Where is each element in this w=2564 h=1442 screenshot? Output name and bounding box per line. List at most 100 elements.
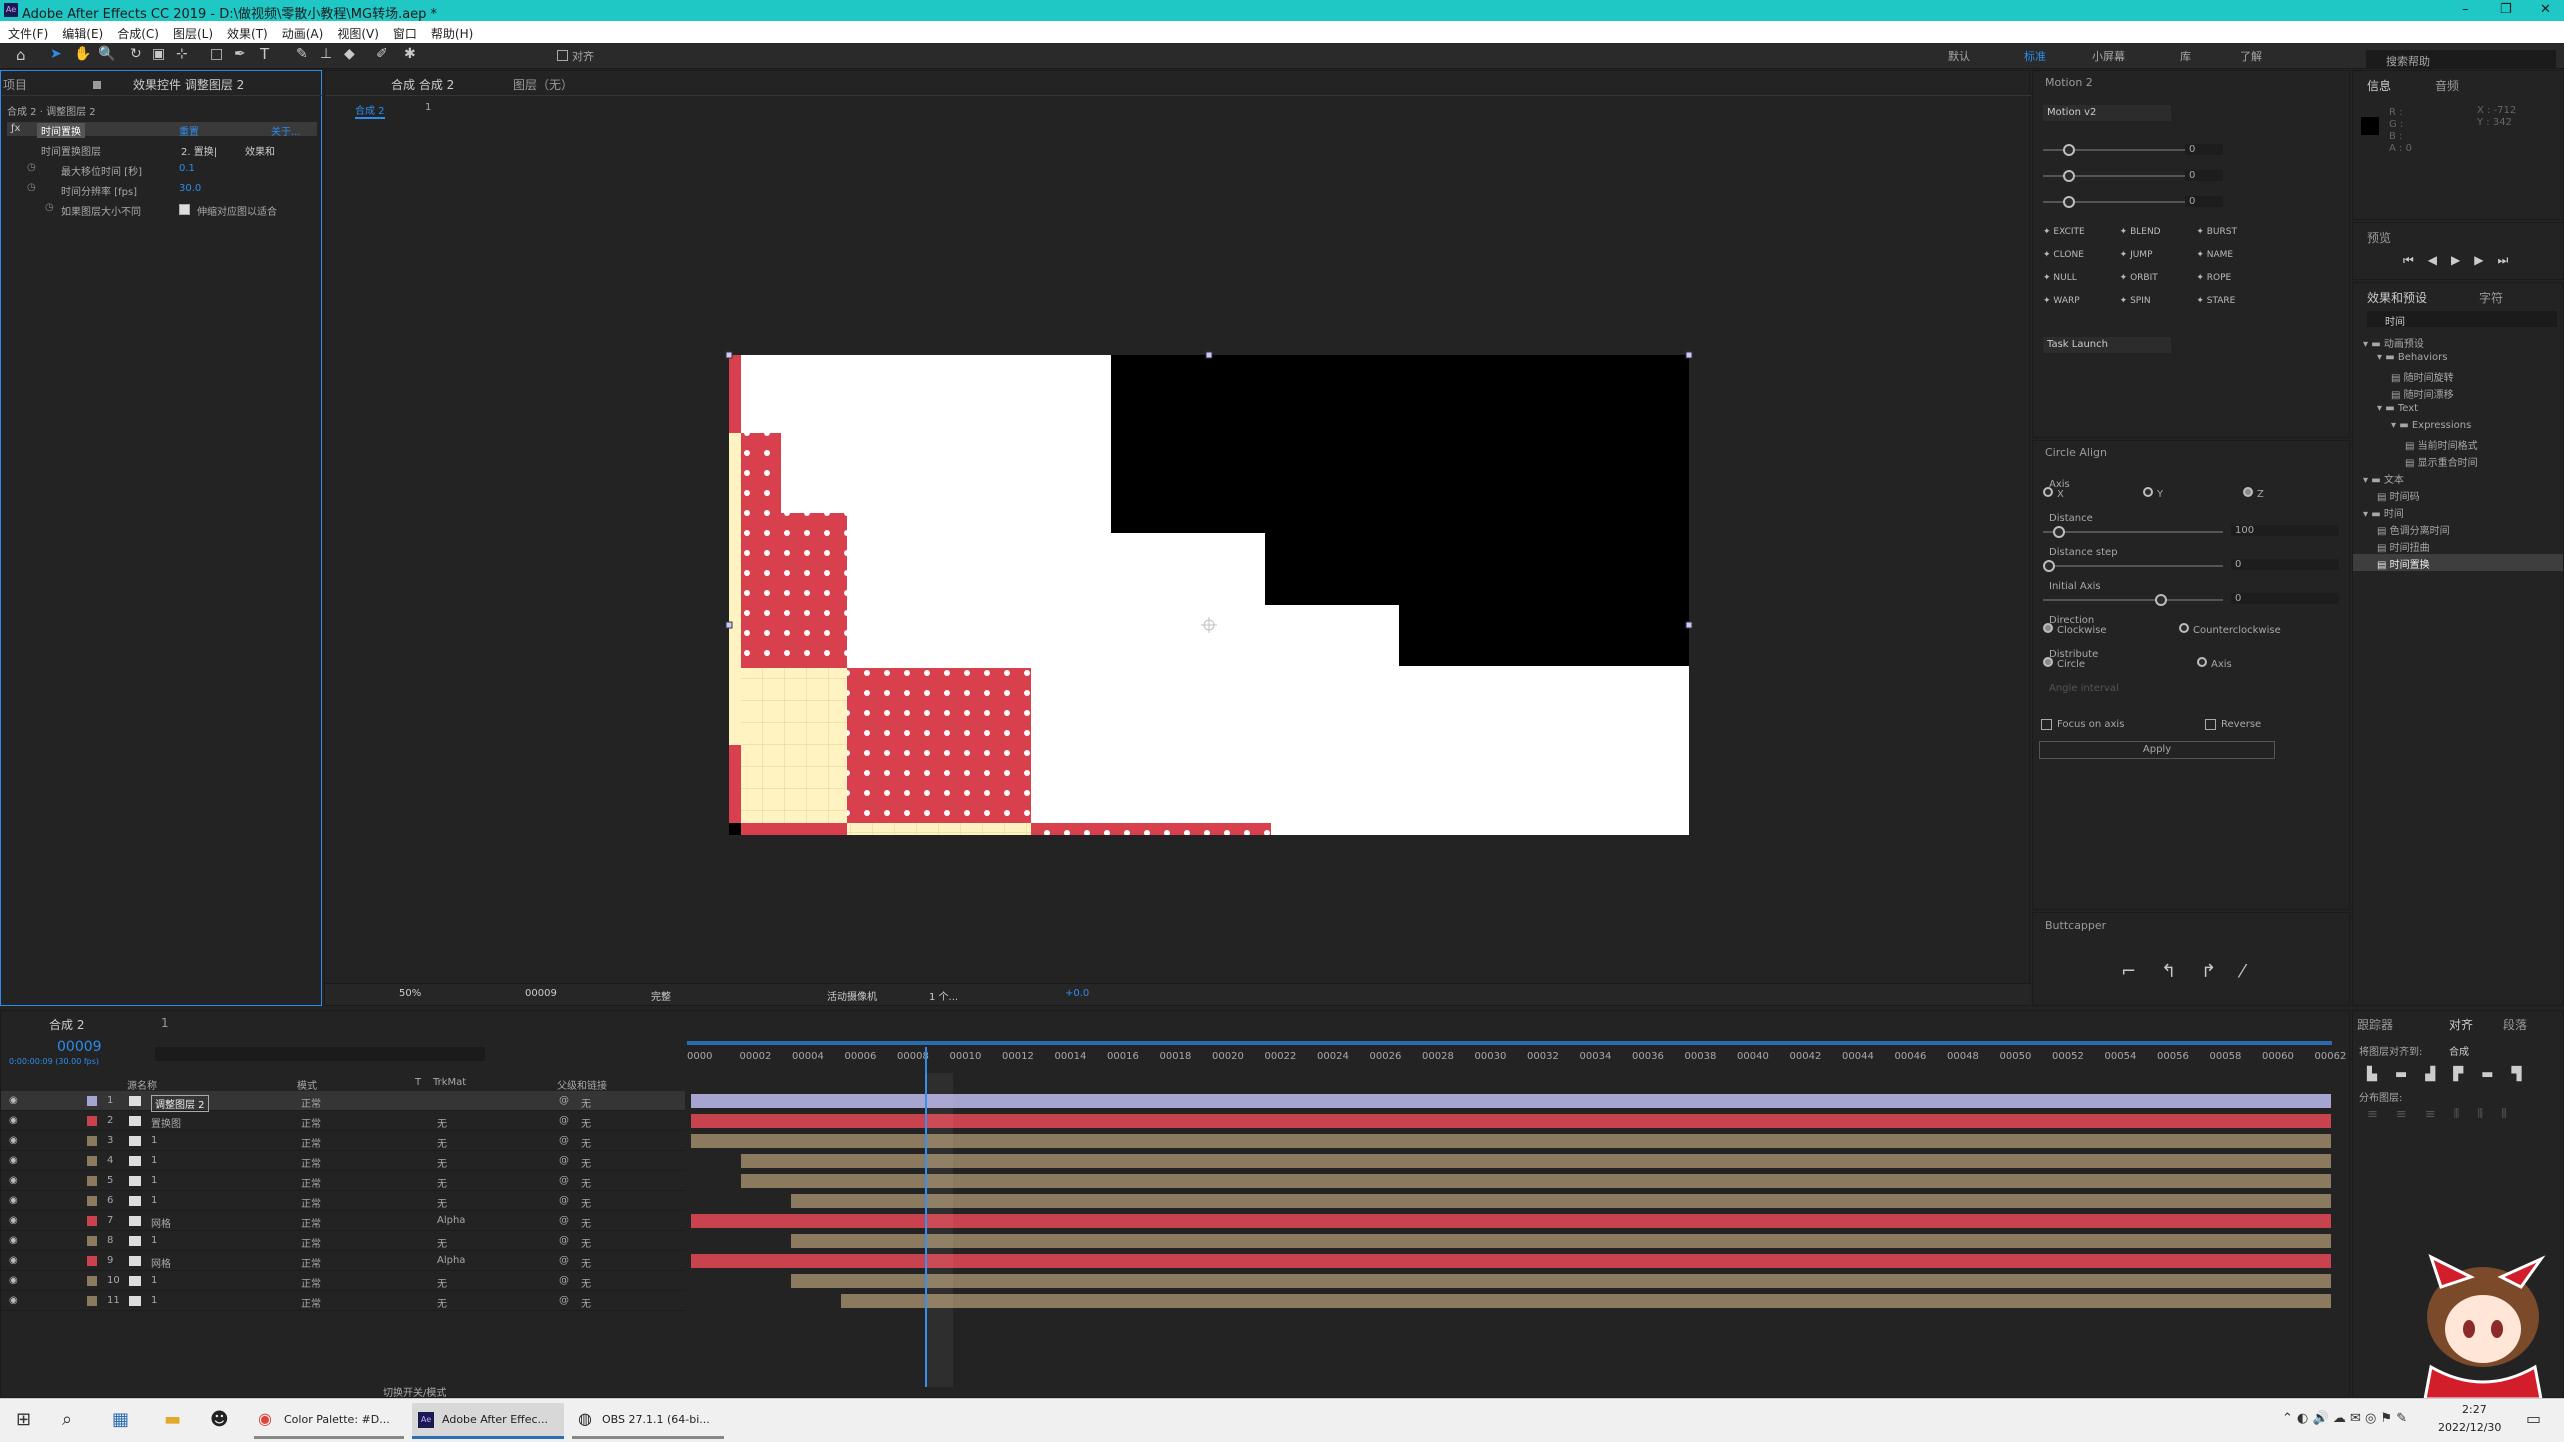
blend-mode-dropdown[interactable]: 正常 <box>301 1175 321 1190</box>
displacement-layer-dropdown[interactable]: 2. 置换| <box>181 143 217 158</box>
motion-version-dropdown[interactable]: Motion v2 <box>2043 105 2171 121</box>
preset-item[interactable]: ▤ 时间码 <box>2353 486 2563 503</box>
effect-name[interactable]: 时间置换 <box>37 123 85 138</box>
layer-duration-bar[interactable] <box>791 1234 2331 1248</box>
cap-square-icon[interactable]: ↱ <box>2201 961 2216 982</box>
parent-dropdown[interactable]: 无 <box>581 1195 591 1210</box>
distance-input[interactable]: 100 <box>2231 525 2339 536</box>
hand-tool-icon[interactable]: ✋ <box>74 46 91 62</box>
trkmat-dropdown[interactable]: 无 <box>437 1295 447 1310</box>
task-launch-dropdown[interactable]: Task Launch <box>2043 337 2171 353</box>
motion-excite-button[interactable]: ✦ EXCITE <box>2043 227 2120 237</box>
label-color-swatch[interactable] <box>87 1116 97 1126</box>
label-color-swatch[interactable] <box>87 1176 97 1186</box>
displacement-source-dropdown[interactable]: 效果和 <box>245 143 275 158</box>
label-color-swatch[interactable] <box>87 1196 97 1206</box>
layer-row[interactable]: ◉ 2 置换图 正常 无 @ 无 <box>1 1111 685 1131</box>
layer-name[interactable]: 1 <box>151 1135 157 1146</box>
layer-row[interactable]: ◉ 8 1 正常 无 @ 无 <box>1 1231 685 1251</box>
eraser-tool-icon[interactable]: ◆ <box>344 46 355 62</box>
selection-tool-icon[interactable]: ➤ <box>50 46 62 62</box>
layer-duration-bar[interactable] <box>841 1294 2331 1308</box>
visibility-eye-icon[interactable]: ◉ <box>9 1235 18 1246</box>
menu-item[interactable]: 效果(T) <box>227 25 268 42</box>
notification-icon[interactable]: ▭ <box>2526 1409 2541 1428</box>
blend-mode-dropdown[interactable]: 正常 <box>301 1095 321 1110</box>
preview-tab[interactable]: 预览 <box>2367 229 2391 246</box>
trkmat-dropdown[interactable]: 无 <box>437 1115 447 1130</box>
toggle-switches-modes[interactable]: 切换开关/模式 <box>383 1384 446 1399</box>
parent-dropdown[interactable]: 无 <box>581 1215 591 1230</box>
stopwatch-icon[interactable]: ◷ <box>27 182 36 193</box>
taskbar-chrome[interactable]: ◉ Color Palette: #D... <box>254 1403 404 1439</box>
stopwatch-icon[interactable]: ◷ <box>45 202 54 213</box>
tracker-tab[interactable]: 跟踪器 <box>2357 1016 2393 1033</box>
layer-name[interactable]: 1 <box>151 1295 157 1306</box>
preset-folder[interactable]: ▾ ▬ 文本 <box>2353 469 2563 486</box>
label-color-swatch[interactable] <box>87 1136 97 1146</box>
calculator-icon[interactable]: ▦ <box>112 1409 129 1430</box>
blend-mode-dropdown[interactable]: 正常 <box>301 1255 321 1270</box>
layer-row[interactable]: ◉ 11 1 正常无 @ 无 <box>1 1291 685 1311</box>
parent-dropdown[interactable]: 无 <box>581 1115 591 1130</box>
rectangle-tool-icon[interactable]: □ <box>210 46 223 62</box>
workspace-default[interactable]: 默认 <box>1948 48 1970 64</box>
effect-header-row[interactable]: ƒx 时间置换 重置 关于... <box>7 122 317 138</box>
motion-spin-button[interactable]: ✦ SPIN <box>2120 296 2197 306</box>
pickwhip-icon[interactable]: @ <box>559 1195 569 1206</box>
comp-canvas[interactable] <box>697 283 1983 835</box>
label-color-swatch[interactable] <box>87 1096 97 1106</box>
timeline-timecode[interactable]: 00009 <box>57 1039 102 1055</box>
exposure-value[interactable]: +0.0 <box>1065 988 1089 999</box>
timeline-tab-2[interactable]: 1 <box>161 1016 169 1030</box>
buttcapper-tab[interactable]: Buttcapper <box>2045 919 2106 932</box>
cap-butt-icon[interactable]: ⌐ <box>2121 961 2136 982</box>
preset-folder[interactable]: ▾ ▬ Behaviors <box>2353 350 2563 367</box>
minimize-button[interactable]: – <box>2462 2 2469 17</box>
comp-breadcrumb[interactable]: 合成 2 <box>355 102 385 119</box>
time-ruler[interactable]: 0000 00002 00004 00006 00008 00010 00012 00014 0… <box>687 1041 2346 1071</box>
trkmat-dropdown[interactable]: 无 <box>437 1155 447 1170</box>
menu-item[interactable]: 窗口 <box>393 25 417 42</box>
camera-dropdown[interactable]: 活动摄像机 <box>827 988 877 1003</box>
layer-name[interactable]: 1 <box>151 1235 157 1246</box>
preset-item[interactable]: ▤ 时间置换 <box>2353 554 2563 571</box>
motion-warp-button[interactable]: ✦ WARP <box>2043 296 2120 306</box>
roto-brush-icon[interactable]: ✐ <box>376 46 388 62</box>
trkmat-dropdown[interactable]: 无 <box>437 1235 447 1250</box>
pickwhip-icon[interactable]: @ <box>559 1215 569 1226</box>
pickwhip-icon[interactable]: @ <box>559 1115 569 1126</box>
character-tab[interactable]: 字符 <box>2479 289 2503 306</box>
menu-item[interactable]: 帮助(H) <box>431 25 473 42</box>
snap-checkbox[interactable] <box>557 50 568 61</box>
trkmat-dropdown[interactable]: 无 <box>437 1195 447 1210</box>
help-search-input[interactable]: 搜索帮助 <box>2366 50 2556 68</box>
zoom-dropdown[interactable]: 50% <box>399 988 421 999</box>
layer-tab[interactable]: 图层（无） <box>513 76 573 93</box>
layer-name[interactable]: 1 <box>151 1175 157 1186</box>
pickwhip-icon[interactable]: @ <box>559 1295 569 1306</box>
initial-axis-slider[interactable] <box>2043 599 2223 601</box>
trkmat-dropdown[interactable]: Alpha <box>437 1255 465 1266</box>
layer-row[interactable]: ◉ 6 1 正常 无 @ 无 <box>1 1191 685 1211</box>
pickwhip-icon[interactable]: @ <box>559 1135 569 1146</box>
motion-null-button[interactable]: ✦ NULL <box>2043 273 2120 283</box>
parent-dropdown[interactable]: 无 <box>581 1295 591 1310</box>
windows-start-icon[interactable]: ⊞ <box>16 1409 31 1430</box>
label-color-swatch[interactable] <box>87 1236 97 1246</box>
pickwhip-icon[interactable]: @ <box>559 1175 569 1186</box>
slider-value[interactable]: 0 <box>2185 144 2223 155</box>
axis-y-radio[interactable]: Y <box>2157 489 2163 500</box>
clockwise-radio[interactable]: Clockwise <box>2057 625 2107 636</box>
taskbar-after-effects[interactable]: Ae Adobe After Effec... <box>412 1403 564 1439</box>
layer-row[interactable]: ◉ 9 网格 正常 Alpha @ 无 <box>1 1251 685 1271</box>
motion-clone-button[interactable]: ✦ CLONE <box>2043 250 2120 260</box>
pickwhip-icon[interactable]: @ <box>559 1255 569 1266</box>
blend-mode-dropdown[interactable]: 正常 <box>301 1215 321 1230</box>
slider-value[interactable]: 0 <box>2185 170 2223 181</box>
preset-folder[interactable]: ▾ ▬ Expressions <box>2353 418 2563 435</box>
distance-step-input[interactable]: 0 <box>2231 559 2339 570</box>
parent-dropdown[interactable]: 无 <box>581 1155 591 1170</box>
trkmat-header[interactable]: TrkMat <box>433 1077 466 1088</box>
timeline-tab[interactable]: 合成 2 <box>49 1016 84 1033</box>
